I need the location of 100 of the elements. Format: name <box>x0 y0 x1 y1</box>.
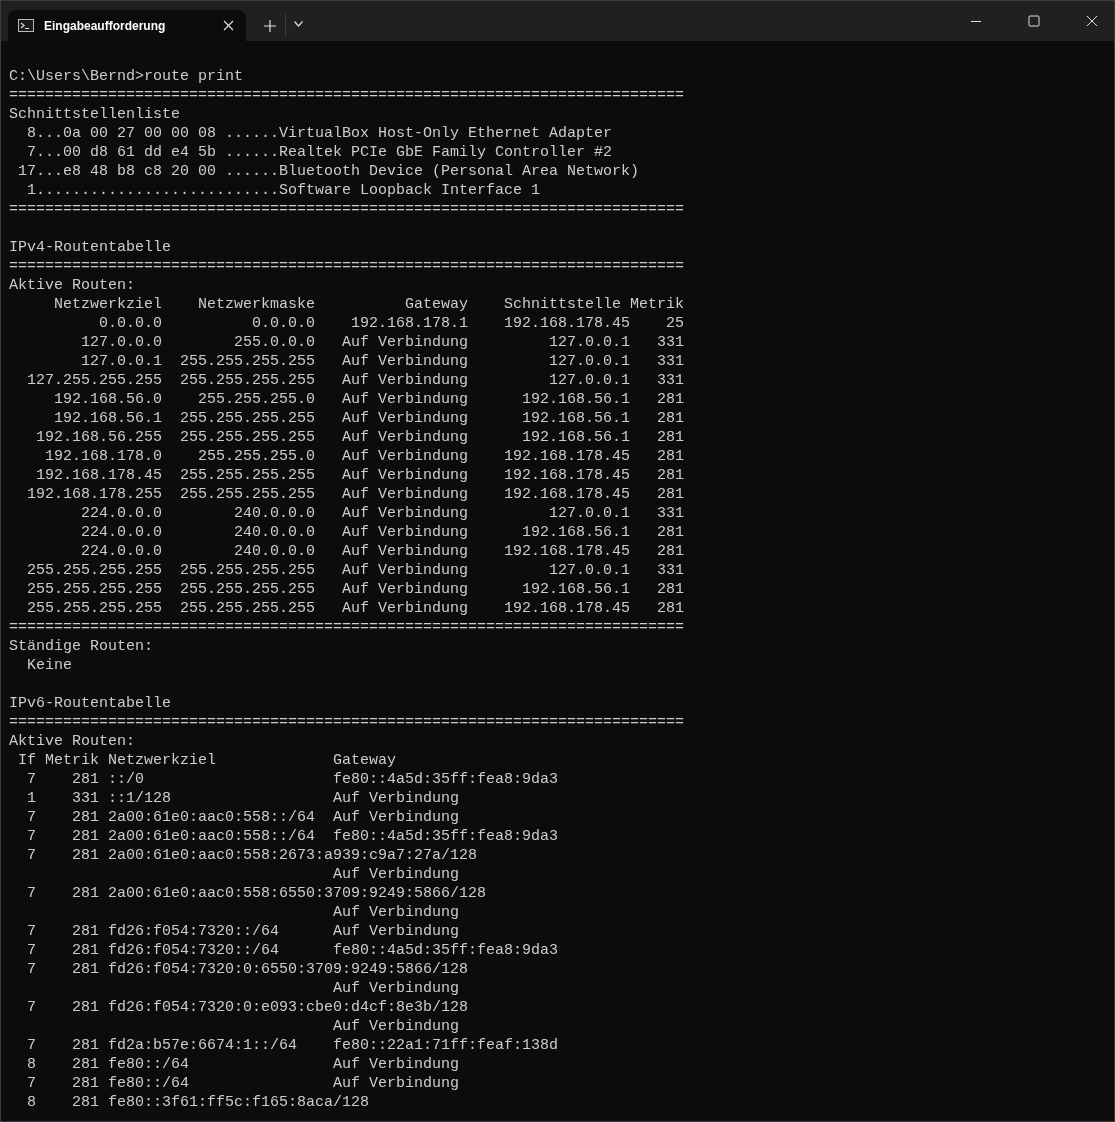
table-cell: 127.0.0.1 <box>549 334 631 351</box>
table-cell: Auf Verbindung <box>342 448 469 465</box>
table-cell: 192.168.56.1 <box>522 429 631 446</box>
table-cell: 281 <box>657 448 685 465</box>
table-cell: 331 <box>657 372 685 389</box>
plus-icon[interactable] <box>264 20 276 32</box>
table-cell: Auf Verbindung <box>342 486 469 503</box>
table-cell: 255.255.255.0 <box>198 448 316 465</box>
table-cell: 127.0.0.1 <box>549 562 631 579</box>
chevron-down-icon[interactable] <box>294 21 303 27</box>
table-cell: Auf Verbindung <box>342 334 469 351</box>
separator-line: =========================================================================== <box>9 87 685 104</box>
table-cell: 281 <box>72 1075 99 1092</box>
table-cell: 7 <box>27 1075 36 1092</box>
table-cell: 281 <box>657 524 685 541</box>
table-cell: 192.168.178.255 <box>27 486 162 503</box>
terminal-line: Schnittstellenliste <box>9 106 181 123</box>
table-cell: Auf Verbindung <box>342 524 469 541</box>
table-cell: 192.168.178.45 <box>36 467 162 484</box>
table-cell: 0.0.0.0 <box>252 315 316 332</box>
column-header: Gateway <box>333 752 397 769</box>
column-header: Metrik <box>630 296 685 313</box>
table-cell: Auf Verbindung <box>342 372 469 389</box>
table-cell: 8 <box>27 1056 36 1073</box>
table-cell: 255.255.255.0 <box>198 391 316 408</box>
table-cell: 281 <box>72 885 99 902</box>
table-cell: Auf Verbindung <box>333 923 460 940</box>
table-cell: 255.255.255.255 <box>180 353 316 370</box>
table-cell: 255.255.255.255 <box>180 429 316 446</box>
table-cell: 7 <box>27 942 36 959</box>
column-header: Netzwerkmaske <box>198 296 316 313</box>
table-cell: fe80::22a1:71ff:feaf:138d <box>333 1037 559 1054</box>
terminal-line: Keine <box>27 657 72 674</box>
terminal-icon <box>18 19 34 32</box>
table-cell: 281 <box>657 429 685 446</box>
table-cell: Auf Verbindung <box>342 600 469 617</box>
table-cell: Auf Verbindung <box>342 543 469 560</box>
interface-entry: 17...e8 48 b8 c8 20 00 ......Bluetooth Device (Personal Area Network) <box>18 163 640 180</box>
column-header: Gateway <box>405 296 469 313</box>
close-icon[interactable] <box>223 20 234 31</box>
table-cell: 192.168.178.1 <box>351 315 469 332</box>
table-cell: Auf Verbindung <box>333 1056 460 1073</box>
table-cell: 7 <box>27 961 36 978</box>
table-cell: 192.168.178.45 <box>504 467 631 484</box>
table-cell: 281 <box>72 1056 99 1073</box>
table-cell: 281 <box>72 942 99 959</box>
table-cell: 192.168.56.255 <box>36 429 162 446</box>
table-cell: fe80::3f61:ff5c:f165:8aca/128 <box>108 1094 370 1111</box>
table-cell: ::/0 <box>108 771 144 788</box>
close-icon[interactable] <box>1086 15 1098 27</box>
table-cell: fd26:f054:7320::/64 <box>108 942 280 959</box>
table-cell: Auf Verbindung <box>342 562 469 579</box>
table-cell: 281 <box>72 961 99 978</box>
table-cell: 331 <box>657 353 685 370</box>
table-cell: 127.0.0.0 <box>81 334 162 351</box>
table-cell: 331 <box>72 790 99 807</box>
table-cell: 240.0.0.0 <box>234 524 316 541</box>
table-cell: fe80::/64 <box>108 1056 189 1073</box>
table-cell: Auf Verbindung <box>342 505 469 522</box>
table-cell: 192.168.178.0 <box>45 448 162 465</box>
terminal-tab[interactable]: Eingabeaufforderung <box>8 10 246 41</box>
table-cell: 192.168.56.1 <box>522 524 631 541</box>
table-cell: 192.168.178.45 <box>504 448 631 465</box>
table-cell: 25 <box>666 315 685 332</box>
table-cell: 192.168.178.45 <box>504 600 631 617</box>
table-cell: 7 <box>27 847 36 864</box>
terminal-line: Aktive Routen: <box>9 277 136 294</box>
table-cell: 127.0.0.1 <box>549 505 631 522</box>
table-cell: 7 <box>27 1037 36 1054</box>
column-header: Netzwerkziel <box>54 296 162 313</box>
table-cell: 127.0.0.1 <box>549 353 631 370</box>
table-cell: 255.255.255.255 <box>27 562 162 579</box>
table-cell: 2a00:61e0:aac0:558:2673:a939:c9a7:27a/128 <box>108 847 478 864</box>
table-cell: 281 <box>657 543 685 560</box>
table-cell: fd2a:b57e:6674:1::/64 <box>108 1037 298 1054</box>
table-cell: fe80::4a5d:35ff:fea8:9da3 <box>333 942 559 959</box>
table-cell: 255.255.255.255 <box>27 581 162 598</box>
table-cell: 255.255.255.255 <box>27 600 162 617</box>
terminal-line: C:\Users\Bernd>route print <box>9 68 244 85</box>
table-cell: fe80::/64 <box>108 1075 189 1092</box>
table-cell: 240.0.0.0 <box>234 505 316 522</box>
table-cell: Auf Verbindung <box>333 809 460 826</box>
table-cell: 255.0.0.0 <box>234 334 316 351</box>
maximize-icon[interactable] <box>1028 15 1040 27</box>
table-cell: 281 <box>657 600 685 617</box>
column-header: If <box>18 752 36 769</box>
separator-line: =========================================================================== <box>9 619 685 636</box>
table-cell: 192.168.56.1 <box>54 410 162 427</box>
table-cell: fe80::4a5d:35ff:fea8:9da3 <box>333 828 559 845</box>
table-cell: 240.0.0.0 <box>234 543 316 560</box>
separator-line: =========================================================================== <box>9 714 685 731</box>
table-cell: 0.0.0.0 <box>99 315 162 332</box>
table-cell: ::1/128 <box>108 790 171 807</box>
table-cell: 224.0.0.0 <box>81 505 162 522</box>
table-cell: Auf Verbindung <box>333 1018 460 1035</box>
interface-entry: 8...0a 00 27 00 00 08 ......VirtualBox Host-Only Ethernet Adapter <box>27 125 613 142</box>
table-cell: 7 <box>27 828 36 845</box>
table-cell: 331 <box>657 505 685 522</box>
table-cell: Auf Verbindung <box>342 353 469 370</box>
table-cell: Auf Verbindung <box>342 581 469 598</box>
